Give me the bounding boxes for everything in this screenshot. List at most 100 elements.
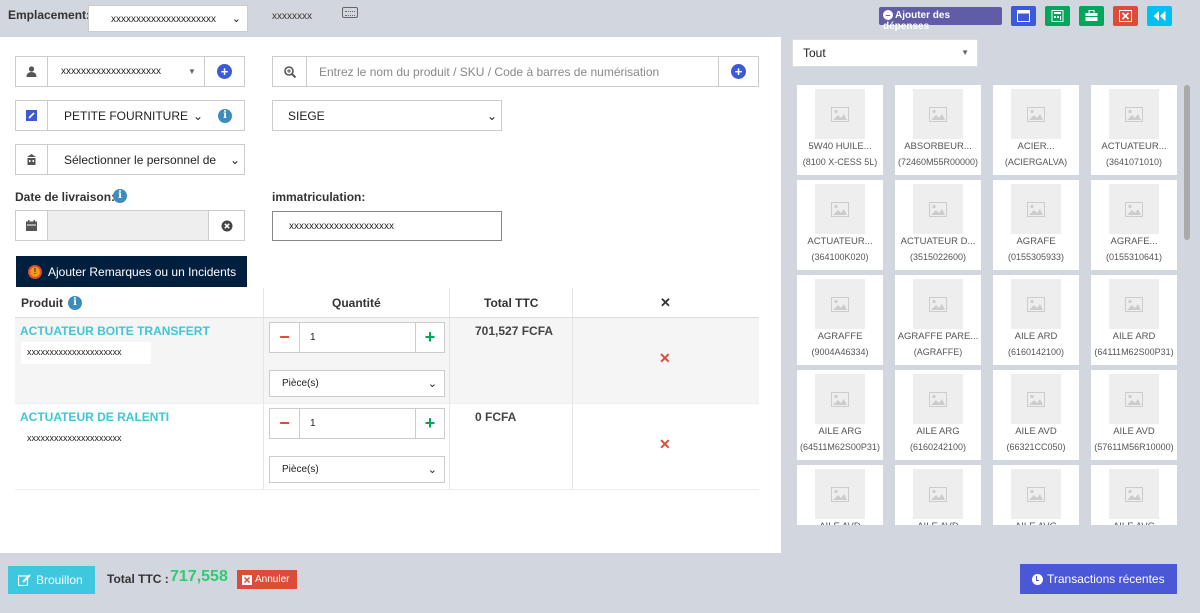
unit-select[interactable]: Pièce(s) ⌄ xyxy=(269,370,445,397)
table-header: Produit i Quantité Total TTC ✕ xyxy=(15,288,759,318)
product-card[interactable]: ABSORBEUR... (72460M55R00000) xyxy=(895,85,981,175)
site-value: SIEGE xyxy=(288,108,325,123)
product-card-code: (0155305933) xyxy=(1007,252,1065,262)
product-card-name: AILE AVD xyxy=(797,521,883,525)
alert-icon: ! xyxy=(28,264,42,279)
add-customer-button[interactable]: + xyxy=(204,57,244,86)
remove-item-icon[interactable]: ✕ xyxy=(659,436,671,453)
product-card[interactable]: 5W40 HUILE... (8100 X-CESS 5L) xyxy=(797,85,883,175)
product-card[interactable]: AILE AVD xyxy=(797,465,883,525)
delivery-date-field[interactable] xyxy=(15,210,245,241)
registration-label: immatriculation: xyxy=(272,190,366,204)
chevron-down-icon: ⌄ xyxy=(193,108,204,123)
top-bar: Emplacement: xxxxxxxxxxxxxxxxxxxxx ⌄ xxx… xyxy=(0,0,1200,36)
product-image xyxy=(1011,89,1061,139)
product-image xyxy=(815,279,865,329)
calculator-button[interactable] xyxy=(1045,6,1070,26)
decrease-quantity-button[interactable]: − xyxy=(270,409,300,438)
image-placeholder-icon xyxy=(1125,106,1143,122)
product-card-code: (9004A46334) xyxy=(811,347,869,357)
add-incident-button[interactable]: ! Ajouter Remarques ou un Incidents xyxy=(16,256,247,287)
location-select[interactable]: xxxxxxxxxxxxxxxxxxxxx ⌄ xyxy=(88,5,248,32)
increase-quantity-button[interactable]: + xyxy=(415,409,444,438)
product-card[interactable]: AGRAFFE (9004A46334) xyxy=(797,275,883,365)
decrease-quantity-button[interactable]: − xyxy=(270,323,300,352)
image-placeholder-icon xyxy=(1125,296,1143,312)
product-search-field[interactable]: Entrez le nom du produit / SKU / Code à … xyxy=(272,56,759,87)
scrollbar[interactable] xyxy=(1184,85,1190,240)
total-label: Total TTC : xyxy=(107,572,169,586)
product-name[interactable]: ACTUATEUR DE RALENTI xyxy=(20,410,169,424)
building-icon xyxy=(16,145,48,174)
product-card[interactable]: AILE AVD (66321CC050) xyxy=(993,370,1079,460)
product-name[interactable]: ACTUATEUR BOITE TRANSFERT xyxy=(20,324,210,338)
site-select[interactable]: SIEGE ⌄ xyxy=(272,100,502,131)
info-icon[interactable]: i xyxy=(113,189,127,203)
product-card-name: AILE ARG xyxy=(916,426,960,437)
category-filter-select[interactable]: Tout ▼ xyxy=(792,39,978,67)
draft-button[interactable]: Brouillon xyxy=(8,566,95,594)
product-card-code: (3515022600) xyxy=(909,252,967,262)
recent-transactions-button[interactable]: Transactions récentes xyxy=(1020,564,1177,594)
product-card[interactable]: AGRAFFE PARE... (AGRAFFE) xyxy=(895,275,981,365)
product-card-code: (3641071010) xyxy=(1105,157,1163,167)
product-card-code: (6160242100) xyxy=(909,442,967,452)
back-button[interactable] xyxy=(1147,6,1172,26)
clock-icon xyxy=(1032,573,1043,585)
product-card[interactable]: AILE ARG (6160242100) xyxy=(895,370,981,460)
product-card[interactable]: AGRAFE... (0155310641) xyxy=(1091,180,1177,270)
product-card[interactable]: AILE AVG xyxy=(993,465,1079,525)
product-card[interactable]: AILE ARG (64511M62S00P31) xyxy=(797,370,883,460)
chevron-down-icon: ⌄ xyxy=(231,13,241,25)
product-image xyxy=(1109,279,1159,329)
plus-circle-icon: + xyxy=(217,64,232,79)
product-card-code: (64111M62S00P31) xyxy=(1094,347,1174,357)
product-card[interactable]: AILE ARD (6160142100) xyxy=(993,275,1079,365)
times-circle-icon xyxy=(221,220,232,231)
product-image xyxy=(913,469,963,519)
quantity-input[interactable]: 1 xyxy=(310,332,316,343)
product-search-input[interactable]: Entrez le nom du produit / SKU / Code à … xyxy=(319,57,659,86)
close-square-icon xyxy=(1119,10,1132,22)
product-card[interactable]: ACTUATEUR... (364100K020) xyxy=(797,180,883,270)
info-icon: i xyxy=(218,108,232,123)
staff-select[interactable]: Sélectionner le personnel de ⌄ xyxy=(15,144,245,175)
add-expenses-button[interactable]: – Ajouter des dépenses xyxy=(879,7,1002,32)
briefcase-icon xyxy=(1085,10,1098,21)
briefcase-button[interactable] xyxy=(1079,6,1104,26)
image-placeholder-icon xyxy=(929,106,947,122)
info-icon[interactable]: i xyxy=(68,296,82,310)
product-card-code: (8100 X-CESS 5L) xyxy=(802,157,878,167)
unit-select[interactable]: Pièce(s) ⌄ xyxy=(269,456,445,483)
product-image xyxy=(815,184,865,234)
product-card[interactable]: AILE AVD xyxy=(895,465,981,525)
product-card-name: AILE AVD xyxy=(895,521,981,525)
close-register-button[interactable] xyxy=(1113,6,1138,26)
increase-quantity-button[interactable]: + xyxy=(415,323,444,352)
location-value: xxxxxxxxxxxxxxxxxxxxx xyxy=(111,14,216,25)
product-card-name: AILE AVD xyxy=(1113,426,1155,437)
product-card[interactable]: ACTUATEUR... (3641071010) xyxy=(1091,85,1177,175)
add-product-button[interactable]: + xyxy=(718,57,758,86)
category-info-button[interactable]: i xyxy=(206,101,244,130)
product-card[interactable]: ACTUATEUR D... (3515022600) xyxy=(895,180,981,270)
product-card[interactable]: AGRAFE (0155305933) xyxy=(993,180,1079,270)
product-card[interactable]: AILE ARD (64111M62S00P31) xyxy=(1091,275,1177,365)
customer-select[interactable]: xxxxxxxxxxxxxxxxxxxx ▼ + xyxy=(15,56,245,87)
product-card[interactable]: AILE AVG xyxy=(1091,465,1177,525)
product-card[interactable]: AILE AVD (57611M56R10000) xyxy=(1091,370,1177,460)
keyboard-icon[interactable] xyxy=(342,7,358,18)
product-code: xxxxxxxxxxxxxxxxxxxxx xyxy=(21,342,151,364)
registration-input[interactable]: xxxxxxxxxxxxxxxxxxxxx xyxy=(272,211,502,241)
cancel-button[interactable]: Annuler xyxy=(237,570,297,589)
quantity-input[interactable]: 1 xyxy=(310,418,316,429)
product-card-code: (ACIERGALVA) xyxy=(1004,157,1068,167)
product-image xyxy=(1011,184,1061,234)
category-select[interactable]: PETITE FOURNITURE ⌄ i xyxy=(15,100,245,131)
remove-item-icon[interactable]: ✕ xyxy=(659,350,671,367)
clear-date-button[interactable] xyxy=(208,211,244,240)
product-card[interactable]: ACIER... (ACIERGALVA) xyxy=(993,85,1079,175)
close-square-icon xyxy=(242,574,252,585)
edit-icon xyxy=(18,574,31,586)
window-button[interactable] xyxy=(1011,6,1036,26)
